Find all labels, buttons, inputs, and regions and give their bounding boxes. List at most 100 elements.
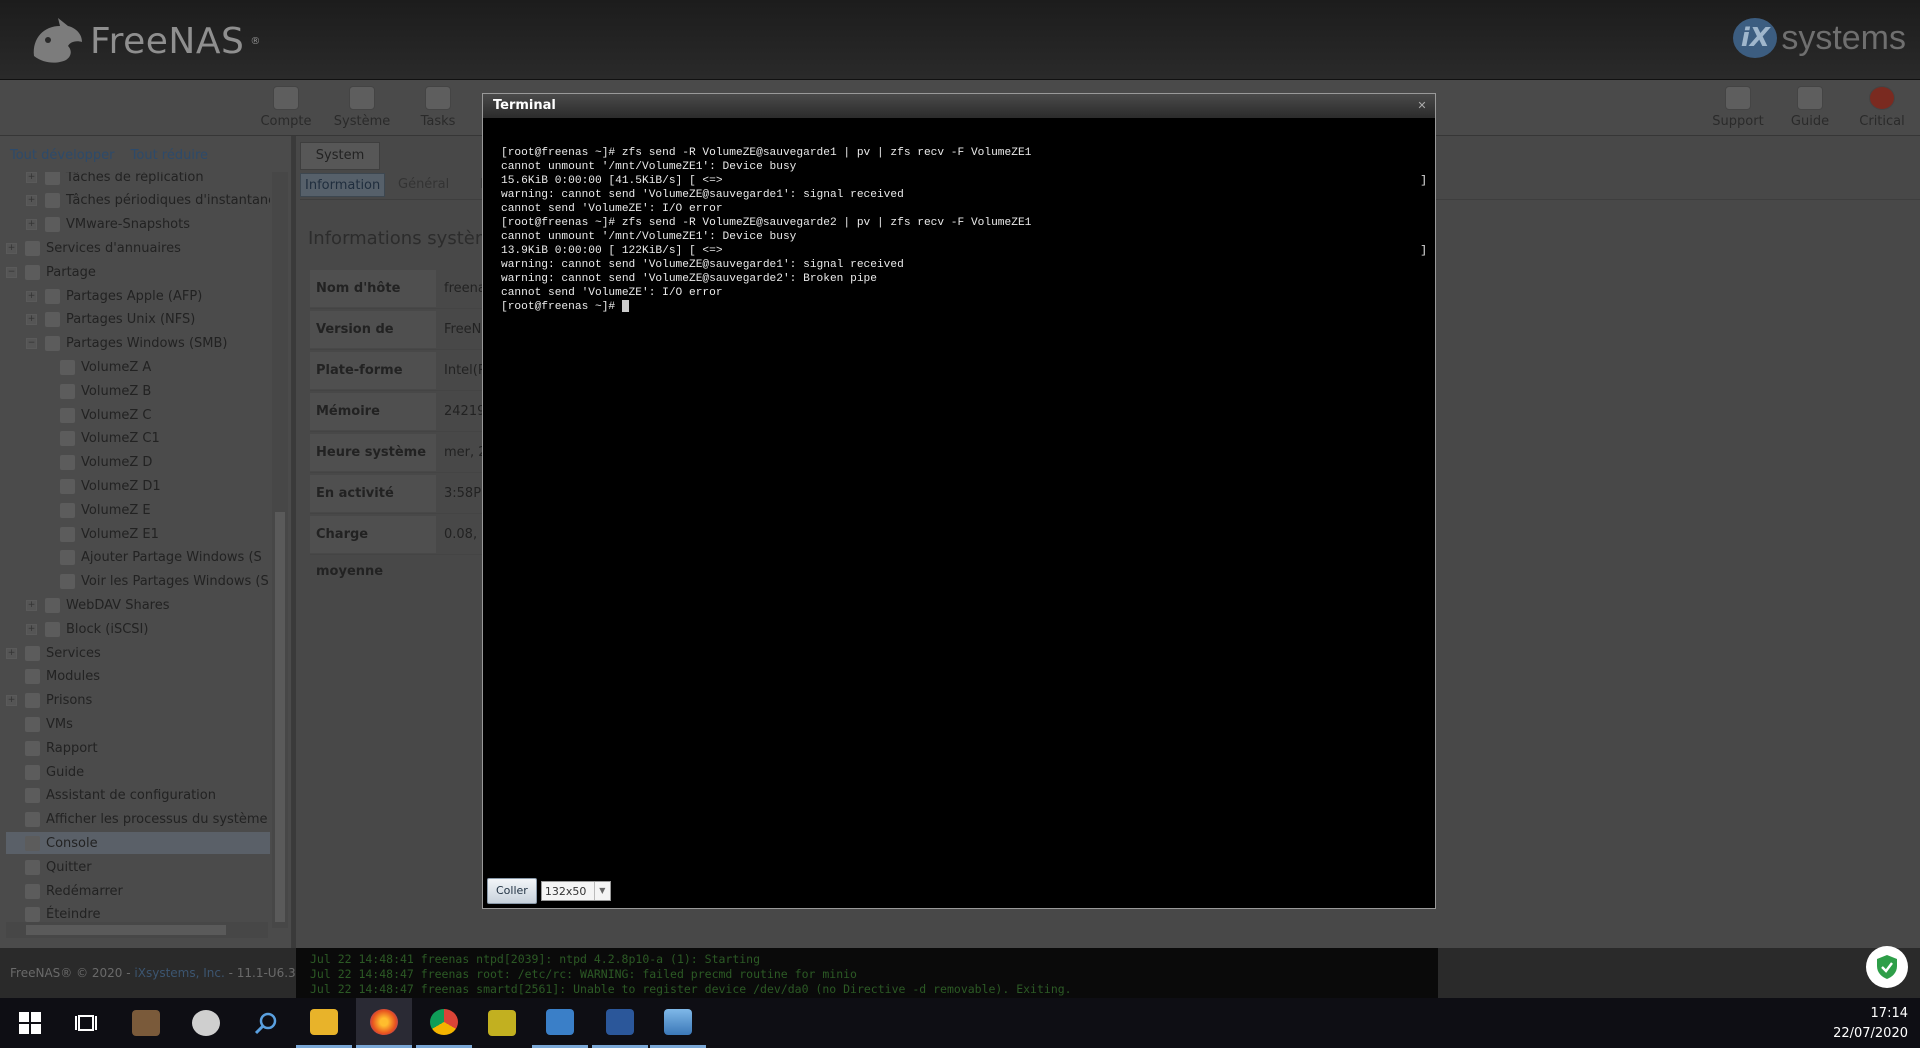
toolbar-system-button[interactable]: Système [322,86,402,129]
sidebar-item[interactable]: Redémarrer [6,880,123,902]
toolbar-account-button[interactable]: Compte [246,86,326,129]
terminal-window[interactable]: Terminal ✕ [root@freenas ~]# zfs send -R… [482,93,1436,909]
taskbar-word[interactable] [592,998,648,1048]
collapse-icon[interactable]: − [26,338,37,350]
taskbar-chrome[interactable] [416,998,472,1048]
sidebar-item-label: Afficher les processus du système [46,812,268,828]
folder-icon [60,526,75,542]
terminal-output[interactable]: [root@freenas ~]# zfs send -R VolumeZE@s… [501,146,1427,314]
sidebar-item[interactable]: + WebDAV Shares [6,594,170,616]
info-label: Version de [310,310,436,348]
taskbar-firefox[interactable] [356,998,412,1048]
sidebar-item[interactable]: + Partages Apple (AFP) [6,285,202,307]
scrollbar-thumb[interactable] [26,925,226,935]
info-row: Nom d'hôte freena [310,268,510,309]
expand-icon[interactable]: + [26,599,37,611]
sidebar-item[interactable]: Console [6,832,270,855]
sidebar-item[interactable]: Modules [6,666,100,688]
toolbar-support-button[interactable]: Support [1698,86,1778,129]
guide-icon [1797,86,1823,110]
info-row: En activité depuis3:58PM [310,473,510,538]
sidebar-item[interactable]: Ajouter Partage Windows (S [6,547,262,569]
close-icon[interactable]: ✕ [1415,99,1429,113]
terminal-titlebar[interactable]: Terminal ✕ [483,94,1435,118]
paste-button[interactable]: Coller [487,878,537,904]
sidebar-item[interactable]: + Prisons [6,690,92,712]
toolbar-guide-button[interactable]: Guide [1770,86,1850,129]
collapse-all-link[interactable]: Tout réduire [131,148,208,163]
security-shield-icon[interactable] [1866,946,1908,988]
sidebar-item[interactable]: VMs [6,713,73,735]
scrollbar-thumb[interactable] [275,512,285,922]
sidebar-item-label: WebDAV Shares [66,597,170,613]
sidebar-item[interactable]: Voir les Partages Windows (S [6,571,269,593]
taskbar-mail[interactable] [532,998,588,1048]
sidebar-item[interactable]: VolumeZ D1 [6,475,161,497]
taskbar-app-1[interactable] [118,998,174,1048]
sidebar-item[interactable]: + Services d'annuaires [6,237,181,259]
expand-icon[interactable]: + [6,647,17,659]
sidebar-item[interactable]: + Partages Unix (NFS) [6,309,195,331]
expand-icon[interactable]: + [26,290,37,302]
sidebar-item[interactable]: VolumeZ C1 [6,428,160,450]
subtab-general[interactable]: Général [394,173,453,197]
sidebar-item[interactable]: − Partage [6,261,96,283]
taskbar-clock[interactable]: 17:14 22/07/2020 [1833,1004,1908,1044]
folder-icon [45,288,60,304]
expand-icon[interactable]: + [26,314,37,326]
expand-icon[interactable]: + [26,172,37,183]
terminal-prompt: [root@freenas ~]# [501,301,622,313]
sidebar-item[interactable]: Rapport [6,737,98,759]
taskbar-snipping-tool[interactable] [178,998,234,1048]
task-view-button[interactable] [58,998,114,1048]
expand-icon[interactable]: + [26,623,37,635]
taskbar-app-2[interactable] [474,998,530,1048]
navigation-tree: + Tâches de réplication + Tâches périodique… [6,172,270,928]
taskbar-photos[interactable] [650,998,706,1048]
sidebar-item[interactable]: VolumeZ E1 [6,523,159,545]
sidebar-item[interactable]: VolumeZ D [6,452,152,474]
sidebar-horizontal-scrollbar[interactable] [6,922,268,938]
footer-company-link[interactable]: iXsystems, Inc. [134,966,224,980]
sidebar-item[interactable]: + Tâches périodiques d'instantané [6,190,270,212]
expand-icon[interactable]: + [6,242,17,254]
sidebar-item-label: VMware-Snapshots [66,217,191,233]
sidebar-item[interactable]: Afficher les processus du système [6,809,268,831]
terminal-prompt-line[interactable]: [root@freenas ~]# [501,300,1427,314]
toolbar-critical-button[interactable]: Critical [1842,86,1920,129]
sidebar-item-label: Tâches de réplication [66,172,204,185]
info-label: En activité depuis [310,474,436,538]
taskbar-file-explorer[interactable] [296,998,352,1048]
sidebar-item[interactable]: − Partages Windows (SMB) [6,333,227,355]
sidebar-item[interactable]: + Block (iSCSI) [6,618,148,640]
sidebar-item[interactable]: + VMware-Snapshots [6,214,190,236]
sidebar-item[interactable]: + Tâches de réplication [6,172,204,188]
sidebar-item-label: Guide [46,764,85,780]
sidebar-item[interactable]: Guide [6,761,84,783]
expand-icon[interactable]: + [26,219,37,231]
sidebar-item[interactable]: Assistant de configuration [6,785,216,807]
windows-start-button[interactable] [2,998,58,1048]
toolbar-tasks-button[interactable]: Tasks [398,86,478,129]
subtab-information[interactable]: Information [300,173,386,197]
sidebar-item[interactable]: VolumeZ B [6,380,151,402]
firefox-icon [370,1008,398,1035]
sidebar-item[interactable]: VolumeZ C [6,404,151,426]
collapse-icon[interactable]: − [6,266,17,278]
taskbar-search[interactable] [238,998,294,1048]
sidebar-item[interactable]: VolumeZ E [6,499,151,521]
sidebar-vertical-scrollbar[interactable] [272,172,288,928]
terminal-size-select[interactable]: 132x50 ▼ [540,881,611,901]
freenas-logo[interactable]: FreeNAS ® [28,16,260,66]
expand-icon[interactable]: + [6,695,17,707]
sidebar-item[interactable]: Quitter [6,856,92,878]
clock-time: 17:14 [1870,1006,1908,1021]
ixsystems-logo[interactable]: iX systems [1733,18,1906,58]
sidebar-item[interactable]: + Services [6,642,101,664]
terminal-line-text: warning: cannot send 'VolumeZE@sauvegard… [501,273,877,285]
expand-all-link[interactable]: Tout développer [10,148,115,163]
expand-icon[interactable]: + [26,195,37,207]
tab-system[interactable]: System [300,142,380,170]
sidebar-item[interactable]: VolumeZ A [6,356,151,378]
terminal-line-text: cannot unmount '/mnt/VolumeZE1': Device … [501,161,797,173]
